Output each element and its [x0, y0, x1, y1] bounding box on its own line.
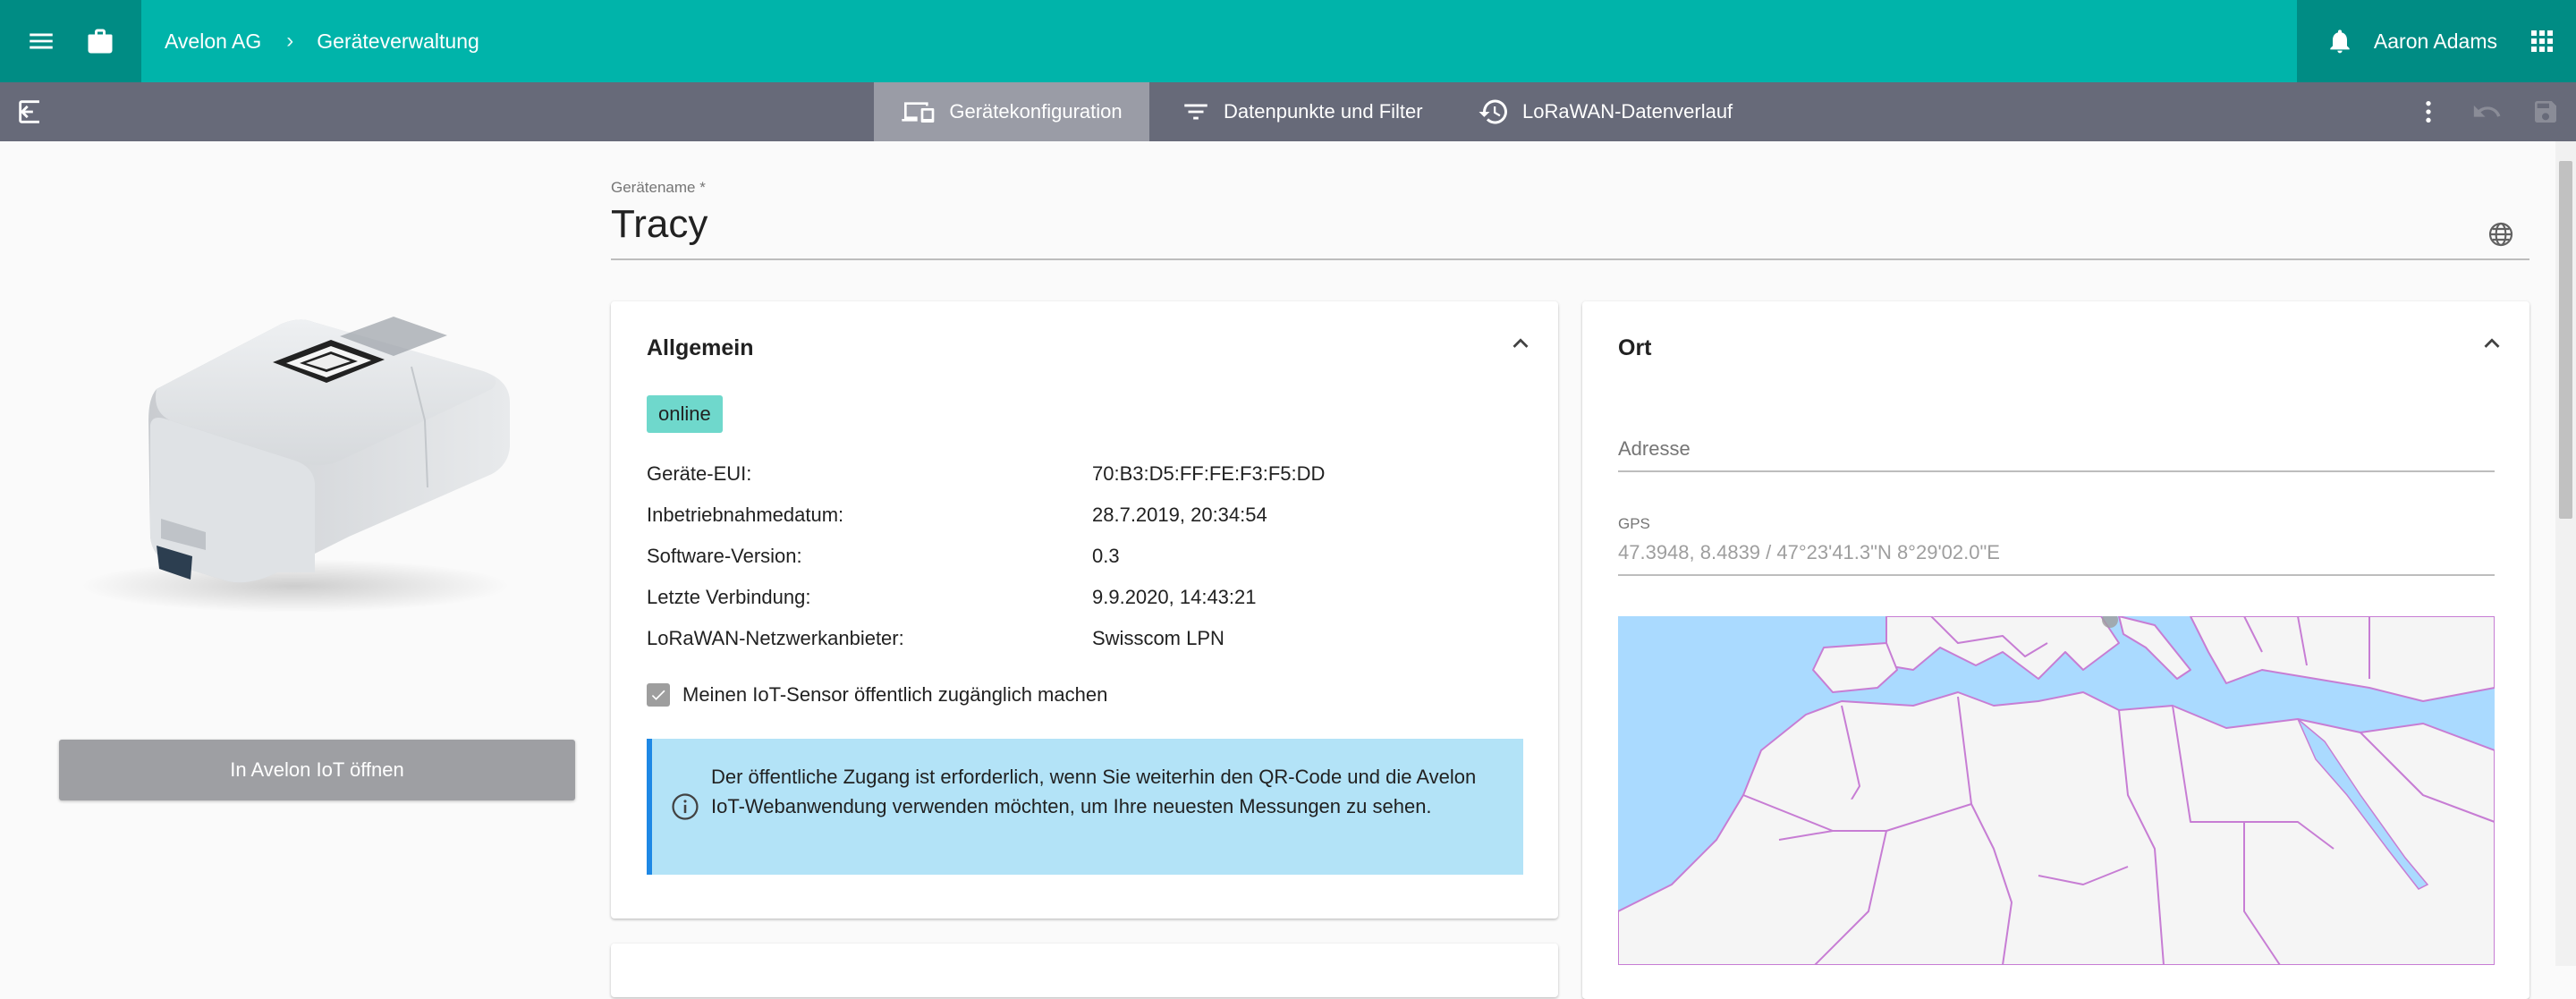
info-row-software-version: Software-Version: 0.3	[647, 545, 1523, 580]
device-image	[72, 277, 537, 626]
breadcrumb-organization[interactable]: Avelon AG	[165, 30, 261, 54]
open-in-avelon-iot-button[interactable]: In Avelon IoT öffnen	[59, 740, 575, 800]
public-access-checkbox-row[interactable]: Meinen IoT-Sensor öffentlich zugänglich …	[647, 681, 1107, 709]
app-bar-right-section: Aaron Adams	[2297, 0, 2576, 82]
history-icon	[1478, 96, 1510, 128]
address-input[interactable]: Adresse	[1618, 437, 1690, 461]
exit-icon[interactable]	[9, 90, 52, 133]
location-card: Ort Adresse GPS 47.3948, 8.4839 / 47°23'…	[1582, 301, 2529, 999]
scrollbar-thumb[interactable]	[2559, 161, 2572, 519]
info-row-key: Inbetriebnahmedatum:	[647, 504, 844, 526]
briefcase-icon[interactable]	[79, 20, 122, 63]
info-row-value: 70:B3:D5:FF:FE:F3:F5:DD	[1092, 462, 1326, 485]
public-access-checkbox[interactable]	[647, 683, 670, 707]
gps-input[interactable]: 47.3948, 8.4839 / 47°23'41.3"N 8°29'02.0…	[1618, 541, 2000, 564]
address-underline	[1618, 470, 2495, 472]
apps-grid-icon[interactable]	[2521, 20, 2563, 63]
info-row-value: 28.7.2019, 20:34:54	[1092, 504, 1267, 526]
check-icon	[649, 686, 667, 704]
breadcrumb-separator: ›	[286, 29, 294, 53]
info-row-last-connection: Letzte Verbindung: 9.9.2020, 14:43:21	[647, 586, 1523, 622]
breadcrumb: Avelon AG › Geräteverwaltung	[165, 0, 479, 82]
info-row-commissioning-date: Inbetriebnahmedatum: 28.7.2019, 20:34:54	[647, 504, 1523, 539]
info-row-key: Letzte Verbindung:	[647, 586, 811, 608]
info-row-key: Software-Version:	[647, 545, 802, 567]
info-row-key: LoRaWAN-Netzwerkanbieter:	[647, 627, 904, 649]
gps-label: GPS	[1618, 515, 1650, 532]
tab-lorawan-history-label: LoRaWAN-Datenverlauf	[1522, 100, 1733, 123]
info-row-value: Swisscom LPN	[1092, 627, 1224, 649]
device-name-input[interactable]: Tracy	[611, 202, 708, 247]
undo-icon[interactable]	[2465, 90, 2508, 133]
public-access-info-box: Der öffentliche Zugang ist erforderlich,…	[647, 739, 1523, 875]
general-card-title: Allgemein	[647, 335, 754, 360]
info-row-value: 9.9.2020, 14:43:21	[1092, 586, 1257, 608]
location-map[interactable]	[1618, 616, 2495, 965]
tab-lorawan-history[interactable]: LoRaWAN-Datenverlauf	[1469, 82, 1741, 141]
info-row-device-eui: Geräte-EUI: 70:B3:D5:FF:FE:F3:F5:DD	[647, 462, 1523, 498]
info-icon	[670, 792, 700, 822]
tab-datapoints-filter-label: Datenpunkte und Filter	[1224, 100, 1423, 123]
save-icon[interactable]	[2524, 90, 2567, 133]
public-access-checkbox-label: Meinen IoT-Sensor öffentlich zugänglich …	[682, 683, 1108, 706]
tab-datapoints-filter[interactable]: Datenpunkte und Filter	[1172, 82, 1432, 141]
gps-underline	[1618, 574, 2495, 576]
user-name[interactable]: Aaron Adams	[2374, 0, 2497, 82]
status-badge: online	[647, 395, 723, 433]
device-name-label: Gerätename *	[611, 179, 706, 196]
info-row-value: 0.3	[1092, 545, 1120, 567]
chevron-up-icon[interactable]	[1505, 328, 1536, 359]
general-card: Allgemein online Geräte-EUI: 70:B3:D5:FF…	[611, 301, 1558, 919]
more-vert-icon[interactable]	[2407, 90, 2450, 133]
public-access-info-text: Der öffentliche Zugang ist erforderlich,…	[711, 766, 1477, 817]
info-row-key: Geräte-EUI:	[647, 462, 752, 485]
bell-icon[interactable]	[2318, 20, 2361, 63]
tab-device-configuration[interactable]: Gerätekonfiguration	[874, 82, 1149, 141]
menu-icon[interactable]	[20, 20, 63, 63]
app-bar-left-section	[0, 0, 141, 82]
filter-icon	[1181, 97, 1211, 127]
chevron-up-icon[interactable]	[2477, 328, 2507, 359]
device-name-underline	[611, 258, 2529, 260]
devices-icon	[901, 97, 936, 126]
location-card-title: Ort	[1618, 335, 1652, 360]
toolbar: Gerätekonfiguration Datenpunkte und Filt…	[0, 82, 2576, 141]
next-card	[611, 944, 1558, 997]
tab-device-configuration-label: Gerätekonfiguration	[949, 100, 1123, 123]
globe-icon[interactable]	[2487, 220, 2515, 249]
app-bar: Avelon AG › Geräteverwaltung Aaron Adams	[0, 0, 2576, 82]
info-row-network-provider: LoRaWAN-Netzwerkanbieter: Swisscom LPN	[647, 627, 1523, 663]
breadcrumb-current-page: Geräteverwaltung	[317, 29, 479, 53]
